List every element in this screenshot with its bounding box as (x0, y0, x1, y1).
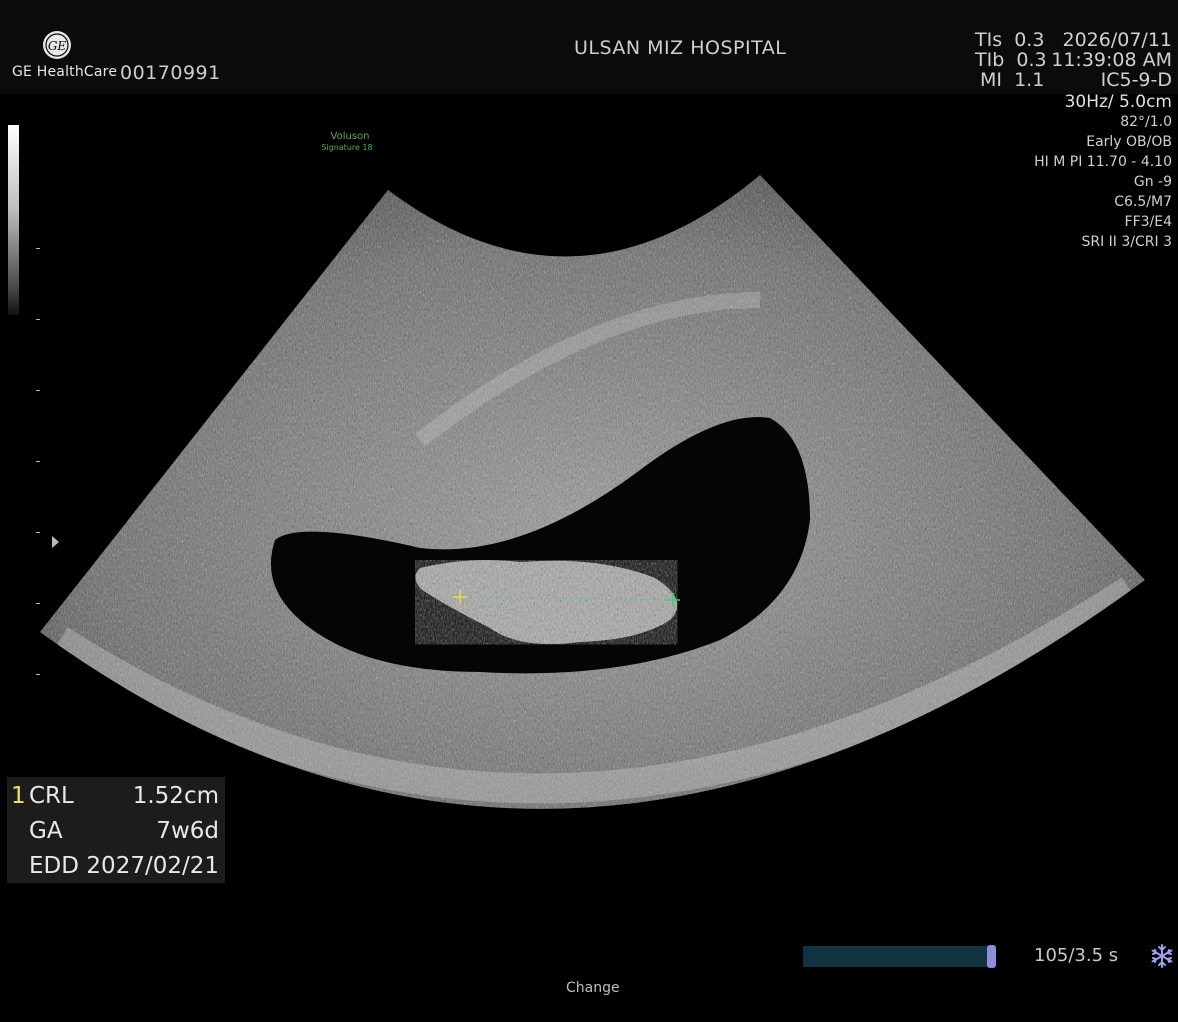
depth-tick (36, 319, 40, 320)
grayscale-bar (8, 125, 19, 315)
depth-tick (36, 674, 40, 675)
measurement-panel[interactable]: 1 CRL 1.52cm GA 7w6d EDD 2027/02/21 (7, 777, 225, 883)
system-label-line1: Voluson (330, 131, 370, 142)
cine-scrub-handle[interactable] (987, 945, 996, 968)
exam-time: 11:39:08 AM (1051, 49, 1172, 71)
depth-tick (36, 390, 40, 391)
svg-text:GE: GE (48, 39, 67, 53)
measurement-row-edd: EDD 2027/02/21 (7, 849, 225, 883)
measurement-index: 1 (11, 783, 26, 809)
mechanical-index: MI 1.1 (980, 69, 1045, 91)
cine-frame-counter: 105/3.5 s (1034, 945, 1119, 966)
measurement-row-crl: 1 CRL 1.52cm (7, 779, 225, 813)
ge-logo-icon: GE (43, 31, 71, 59)
imaging-parameters: 30Hz/ 5.0cm 82°/1.0 Early OB/OB HI M PI … (1034, 92, 1172, 252)
measurement-label: GA (29, 818, 63, 844)
depth-tick (36, 248, 40, 249)
cine-progress-bar[interactable] (803, 946, 995, 967)
param-himpi: HI M PI 11.70 - 4.10 (1034, 154, 1172, 170)
param-preset: Early OB/OB (1086, 134, 1172, 150)
depth-tick (36, 461, 40, 462)
measurement-label: CRL (29, 783, 74, 809)
depth-tick (36, 603, 40, 604)
depth-tick (36, 532, 40, 533)
exam-date: 2026/07/11 (1062, 29, 1172, 51)
measurement-value: 1.52cm (132, 783, 219, 809)
system-label: Voluson Signature 18 (321, 130, 378, 153)
change-label[interactable]: Change (566, 980, 620, 996)
thermal-index-bone: TIb 0.3 (975, 49, 1047, 71)
brand-name: GE HealthCare (12, 64, 118, 80)
cine-progress-fill (803, 946, 995, 967)
measurement-label: EDD (29, 853, 79, 879)
system-label-line2: Signature 18 (321, 143, 373, 152)
param-angle: 82°/1.0 (1120, 114, 1172, 130)
focus-marker-icon[interactable] (52, 536, 59, 548)
measurement-value: 7w6d (156, 818, 219, 844)
param-c-m: C6.5/M7 (1114, 194, 1172, 210)
measurement-value: 2027/02/21 (86, 853, 219, 879)
param-sri-cri: SRI II 3/CRI 3 (1081, 234, 1172, 250)
hospital-name: ULSAN MIZ HOSPITAL (574, 37, 787, 59)
thermal-index-soft-tissue: TIs 0.3 (975, 29, 1045, 51)
probe-name: IC5-9-D (1100, 69, 1172, 91)
param-frame-depth: 30Hz/ 5.0cm (1064, 92, 1172, 112)
patient-id: 00170991 (120, 62, 221, 84)
snowflake-icon[interactable] (1148, 942, 1176, 970)
scan-sector (40, 175, 1145, 809)
param-gain: Gn -9 (1133, 174, 1172, 190)
measurement-row-ga: GA 7w6d (7, 814, 225, 848)
param-ff-e: FF3/E4 (1124, 214, 1172, 230)
